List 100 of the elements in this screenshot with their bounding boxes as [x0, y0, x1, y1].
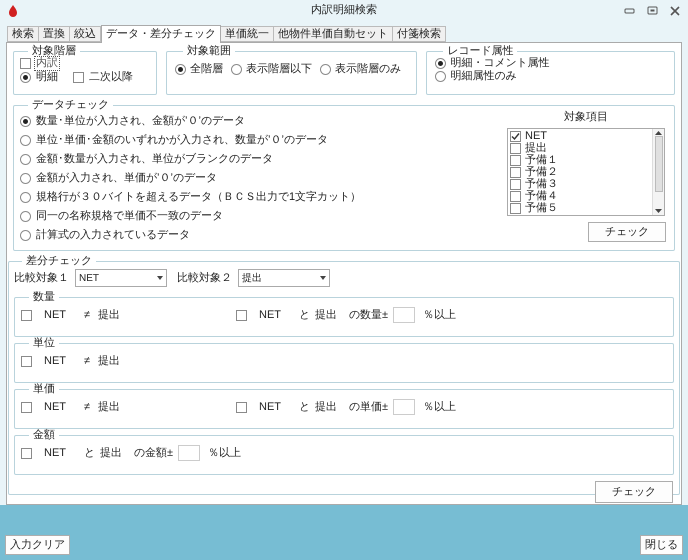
- dropdown[interactable]: NET: [75, 269, 167, 287]
- conjunction-label: と: [299, 308, 311, 322]
- button[interactable]: チェック: [588, 222, 666, 242]
- checkbox[interactable]: [510, 130, 521, 142]
- tab[interactable]: 付箋検索: [392, 26, 446, 42]
- radio-button[interactable]: [20, 116, 31, 127]
- dropdown-value: NET: [79, 272, 100, 284]
- list-title: 対象項目: [564, 111, 608, 124]
- checkbox[interactable]: [510, 190, 521, 202]
- conjunction-label: と: [84, 446, 96, 460]
- field-label: の金額±: [134, 446, 174, 460]
- checkbox[interactable]: [21, 310, 32, 320]
- option-label: 明細: [35, 71, 59, 84]
- tab[interactable]: 絞込: [69, 26, 101, 42]
- option-label: 全階層: [190, 63, 223, 76]
- checkbox[interactable]: [510, 142, 521, 154]
- list-item[interactable]: 予備３: [525, 178, 558, 190]
- group-title: レコード属性: [446, 45, 514, 57]
- checkbox[interactable]: [510, 154, 521, 166]
- checkbox[interactable]: [510, 178, 521, 190]
- option-label: 表示階層以下: [246, 63, 312, 76]
- button[interactable]: 入力クリア: [5, 535, 70, 555]
- list-item[interactable]: 予備４: [525, 190, 558, 202]
- button[interactable]: チェック: [595, 481, 673, 503]
- app-icon: [8, 4, 18, 16]
- option-label: 二次以降: [88, 71, 134, 84]
- item-label: NET: [44, 354, 67, 368]
- scrollbar[interactable]: [652, 129, 664, 215]
- group-title: 差分チェック: [25, 255, 93, 267]
- checkbox[interactable]: [73, 72, 84, 83]
- item-label: 提出: [98, 308, 121, 322]
- radio-button[interactable]: [20, 211, 31, 222]
- field-label: 比較対象２: [177, 272, 232, 284]
- checkbox[interactable]: [510, 202, 521, 214]
- list-item[interactable]: 提出: [525, 142, 547, 154]
- option-label: 数量･単位が入力され、金額が’０’のデータ: [36, 115, 245, 128]
- list-item[interactable]: 予備５: [525, 202, 558, 214]
- dropdown-value: 提出: [242, 272, 263, 284]
- percent-field[interactable]: [393, 399, 415, 415]
- window-title: 内訳明細検索: [311, 4, 377, 17]
- radio-button[interactable]: [20, 173, 31, 184]
- radio-button[interactable]: [20, 192, 31, 203]
- checkbox[interactable]: [236, 310, 247, 320]
- operator-label: ≠: [84, 354, 92, 368]
- operator-label: ≠: [84, 400, 92, 414]
- list-item[interactable]: 予備１: [525, 154, 558, 166]
- item-label: NET: [259, 400, 282, 414]
- item-label: 提出: [98, 354, 121, 368]
- tab[interactable]: 検索: [7, 26, 39, 42]
- tab[interactable]: データ・差分チェック: [101, 25, 221, 43]
- checkbox[interactable]: [21, 402, 32, 412]
- radio-button[interactable]: [20, 230, 31, 241]
- group-title: 数量: [32, 291, 56, 303]
- item-label: NET: [44, 446, 67, 460]
- radio-button[interactable]: [174, 64, 186, 75]
- maximize-icon[interactable]: [647, 6, 658, 15]
- group-title: 単価: [32, 383, 56, 395]
- minimize-icon[interactable]: [624, 6, 635, 15]
- group-title: 単位: [32, 337, 56, 349]
- field-label: の数量±: [349, 308, 390, 322]
- checkbox[interactable]: [510, 166, 521, 178]
- checkbox[interactable]: [21, 356, 32, 366]
- item-label: NET: [259, 308, 282, 322]
- unit-label: ％以上: [423, 308, 456, 322]
- percent-field[interactable]: [178, 445, 200, 461]
- tab[interactable]: 置換: [38, 26, 70, 42]
- option-label: 規格行が３０バイトを超えるデータ（ＢＣＳ出力で1文字カット）: [36, 191, 362, 204]
- radio-button[interactable]: [230, 64, 242, 75]
- checkbox[interactable]: [21, 448, 32, 458]
- item-label: 提出: [98, 400, 121, 414]
- option-label: 計算式の入力されているデータ: [36, 229, 190, 242]
- item-label: 提出: [315, 400, 338, 414]
- percent-field[interactable]: [393, 307, 415, 323]
- checkbox[interactable]: [236, 402, 247, 412]
- tab[interactable]: 他物件単価自動セット: [273, 26, 393, 42]
- close-icon[interactable]: [670, 6, 680, 16]
- caret-icon: [320, 276, 326, 280]
- option-label: 金額･数量が入力され、単位がブランクのデータ: [36, 153, 273, 166]
- option-label: 明細属性のみ: [450, 70, 516, 83]
- scroll-thumb[interactable]: [654, 136, 662, 192]
- unit-label: ％以上: [208, 446, 241, 460]
- list-item[interactable]: NET: [525, 130, 547, 142]
- scroll-down-icon[interactable]: [655, 209, 662, 213]
- operator-label: ≠: [84, 308, 92, 322]
- group-title: 対象階層: [31, 45, 77, 57]
- tab[interactable]: 単価統一: [220, 26, 274, 42]
- radio-button[interactable]: [20, 72, 31, 83]
- item-label: 提出: [100, 446, 123, 460]
- group-title: 金額: [32, 429, 56, 441]
- radio-button[interactable]: [435, 58, 446, 69]
- radio-button[interactable]: [20, 135, 31, 146]
- button[interactable]: 閉じる: [640, 535, 683, 555]
- radio-button[interactable]: [320, 64, 331, 75]
- option-label: 単位･単価･金額のいずれかが入力され、数量が’０’のデータ: [36, 134, 328, 147]
- radio-button[interactable]: [435, 71, 446, 82]
- dropdown[interactable]: 提出: [238, 269, 330, 287]
- list-item[interactable]: 予備２: [525, 166, 558, 178]
- radio-button[interactable]: [20, 154, 31, 165]
- field-label: 比較対象１: [14, 272, 69, 284]
- caret-icon: [157, 276, 163, 280]
